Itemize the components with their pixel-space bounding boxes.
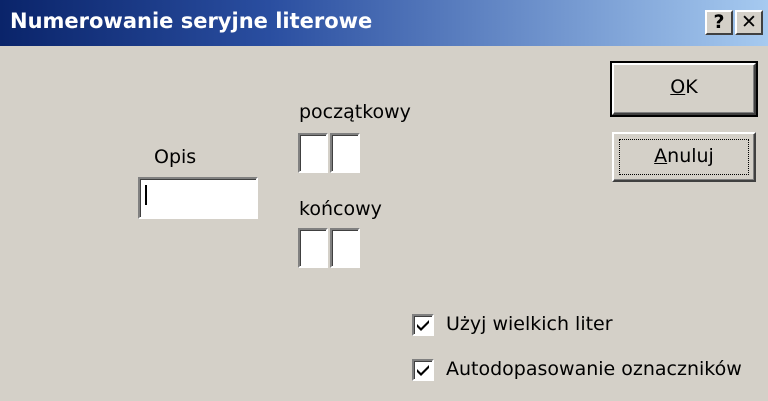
text-caret	[145, 185, 147, 205]
end-label: końcowy	[299, 198, 382, 220]
help-icon: ?	[713, 11, 725, 33]
description-label: Opis	[154, 146, 197, 168]
ok-button[interactable]: OK	[610, 61, 758, 117]
ok-mnemonic: O	[670, 76, 686, 98]
window-title: Numerowanie seryjne literowe	[10, 9, 373, 33]
end-char-1-input[interactable]	[298, 228, 328, 268]
letter-serial-numbering-dialog: Numerowanie seryjne literowe ? ✕ Opis po…	[0, 0, 768, 401]
close-icon: ✕	[741, 11, 757, 33]
checkmark-icon	[417, 365, 429, 376]
description-input[interactable]	[138, 177, 258, 219]
help-button[interactable]: ?	[705, 10, 733, 35]
start-label: początkowy	[299, 101, 411, 123]
cancel-button[interactable]: Anuluj	[612, 132, 756, 182]
uppercase-checkbox[interactable]	[412, 314, 434, 336]
cancel-mnemonic: A	[654, 145, 668, 167]
autofit-checkbox[interactable]	[412, 359, 434, 381]
end-char-2-input[interactable]	[330, 228, 360, 268]
uppercase-label[interactable]: Użyj wielkich liter	[446, 313, 613, 335]
cancel-label-rest: nuluj	[667, 145, 714, 167]
start-char-2-input[interactable]	[330, 133, 360, 173]
ok-label-rest: K	[685, 76, 698, 98]
start-char-1-input[interactable]	[298, 133, 328, 173]
close-button[interactable]: ✕	[735, 10, 763, 35]
autofit-label[interactable]: Autodopasowanie oznaczników	[446, 358, 742, 380]
title-bar[interactable]: Numerowanie seryjne literowe ? ✕	[0, 0, 768, 46]
checkmark-icon	[417, 320, 429, 331]
